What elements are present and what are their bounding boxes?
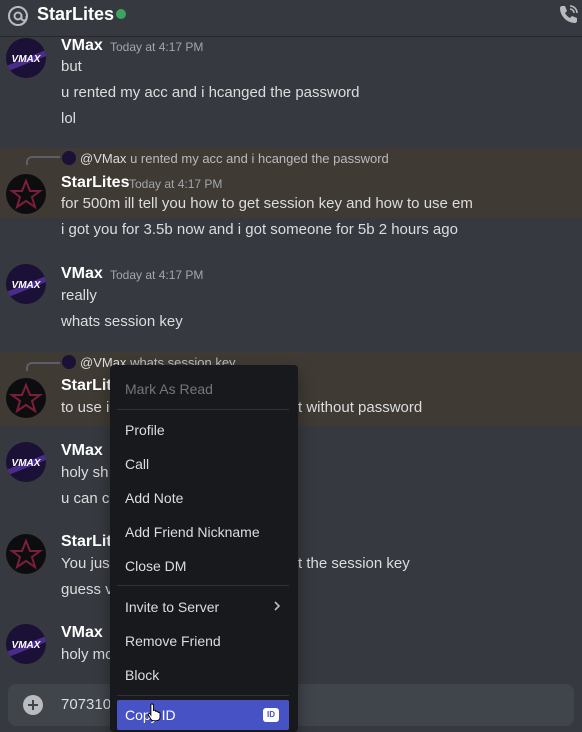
menu-item-label: Profile [125,422,165,438]
message-text: u rented my acc and i hcanged the passwo… [61,84,360,101]
message-text: t without password [298,399,423,416]
message-text: whats session key [61,313,183,330]
voice-call-icon[interactable] [556,3,580,27]
message-text: i got you for 3.5b now and i got someone… [61,221,458,238]
starlites-avatar-image [6,378,46,418]
avatar-starlites[interactable] [6,174,46,214]
reply-preview[interactable]: @VMax u rented my acc and i hcanged the … [62,151,389,167]
menu-item-call[interactable]: Call [117,449,289,479]
message-text: but [61,58,82,75]
message-text: holy sh [61,464,109,481]
message-text: for 500m ill tell you how to get session… [61,195,473,212]
avatar-starlites[interactable] [6,534,46,574]
vmax-avatar-image: VMAX [6,624,46,664]
message-text: t the session key [298,555,410,572]
message-group: VMAX VMax Today at 4:17 PM really whats … [0,262,582,342]
menu-item-copy-id[interactable]: Copy ID ID [117,700,289,730]
message-author[interactable]: VMax [61,36,103,56]
message-text: holy mo [61,646,114,663]
context-menu: Mark As Read Profile Call Add Note Add F… [110,365,298,732]
plus-circle-icon[interactable] [23,695,43,715]
menu-item-invite-to-server[interactable]: Invite to Server [117,592,289,622]
menu-item-block[interactable]: Block [117,660,289,690]
menu-item-label: Invite to Server [125,599,220,615]
reply-avatar [62,151,76,165]
avatar-vmax[interactable]: VMAX [6,38,46,78]
hand-cursor-icon [147,703,161,721]
menu-item-profile[interactable]: Profile [117,415,289,445]
menu-item-remove-friend[interactable]: Remove Friend [117,626,289,656]
message-author[interactable]: VMax [61,441,103,461]
channel-header: StarLites [0,0,582,37]
reply-avatar [62,355,76,369]
menu-item-add-note[interactable]: Add Note [117,483,289,513]
menu-item-label: Add Friend Nickname [125,524,260,540]
menu-item-mark-as-read: Mark As Read [117,374,289,404]
menu-item-add-friend-nickname[interactable]: Add Friend Nickname [117,517,289,547]
menu-divider [117,585,289,586]
menu-item-label: Call [125,456,150,472]
vmax-avatar-image: VMAX [6,38,46,78]
chevron-right-icon [274,601,281,611]
svg-text:VMAX: VMAX [12,54,42,65]
avatar-vmax[interactable]: VMAX [6,264,46,304]
message-group: VMAX VMax Today at 4:17 PM but u rented … [0,36,582,136]
message-text: lol [61,110,77,127]
online-status-dot [116,9,126,19]
menu-divider [117,695,289,696]
avatar-vmax[interactable]: VMAX [6,624,46,664]
message-text: to use i [61,399,110,416]
menu-item-label: Add Note [125,490,184,506]
avatar-starlites[interactable] [6,378,46,418]
starlites-avatar-image [6,174,46,214]
message-text: You jus [61,555,110,572]
reply-spine [26,156,60,165]
message-author[interactable]: VMax [61,623,103,643]
message-timestamp: Today at 4:17 PM [129,177,223,191]
menu-item-label: Block [125,667,160,683]
message-author[interactable]: StarLites [61,173,129,193]
menu-divider [117,409,289,410]
avatar-vmax[interactable]: VMAX [6,442,46,482]
svg-text:VMAX: VMAX [12,640,42,651]
svg-text:VMAX: VMAX [12,458,42,469]
svg-text:VMAX: VMAX [12,280,42,291]
menu-item-close-dm[interactable]: Close DM [117,551,289,581]
vmax-avatar-image: VMAX [6,442,46,482]
message-timestamp: Today at 4:17 PM [110,268,204,282]
message-text: guess v [61,581,113,598]
channel-title: StarLites [37,4,115,24]
menu-item-label: Mark As Read [125,381,213,397]
menu-item-label: Remove Friend [125,633,221,649]
menu-item-label: Close DM [125,558,187,574]
message-text: really [61,287,97,304]
starlites-avatar-image [6,534,46,574]
message-input[interactable]: 707310 [61,695,111,715]
message-author[interactable]: VMax [61,264,103,284]
vmax-avatar-image: VMAX [6,264,46,304]
reply-spine [26,362,60,371]
message-timestamp: Today at 4:17 PM [110,40,204,54]
message-text: u can c [61,490,110,507]
id-badge-icon: ID [263,708,279,722]
at-icon [8,6,28,26]
